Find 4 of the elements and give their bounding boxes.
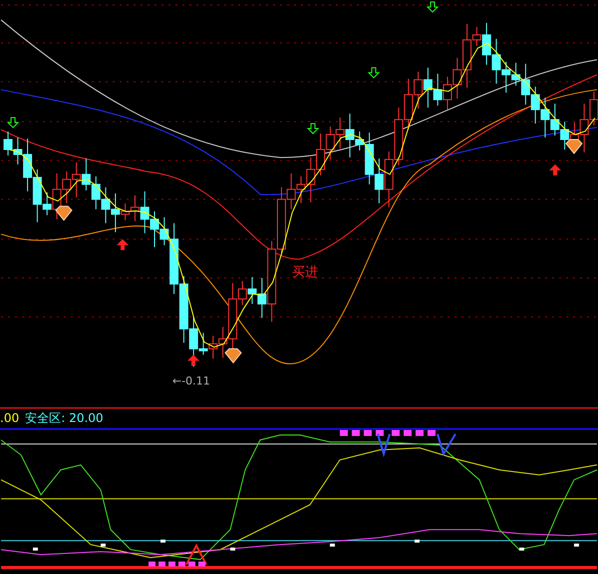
- signal-label: 买进: [292, 265, 318, 280]
- safe-zone-label: 安全区: 20.00: [25, 410, 104, 427]
- low-price-label: ←-0.11: [172, 374, 210, 388]
- indicator-value: .00: [0, 411, 20, 426]
